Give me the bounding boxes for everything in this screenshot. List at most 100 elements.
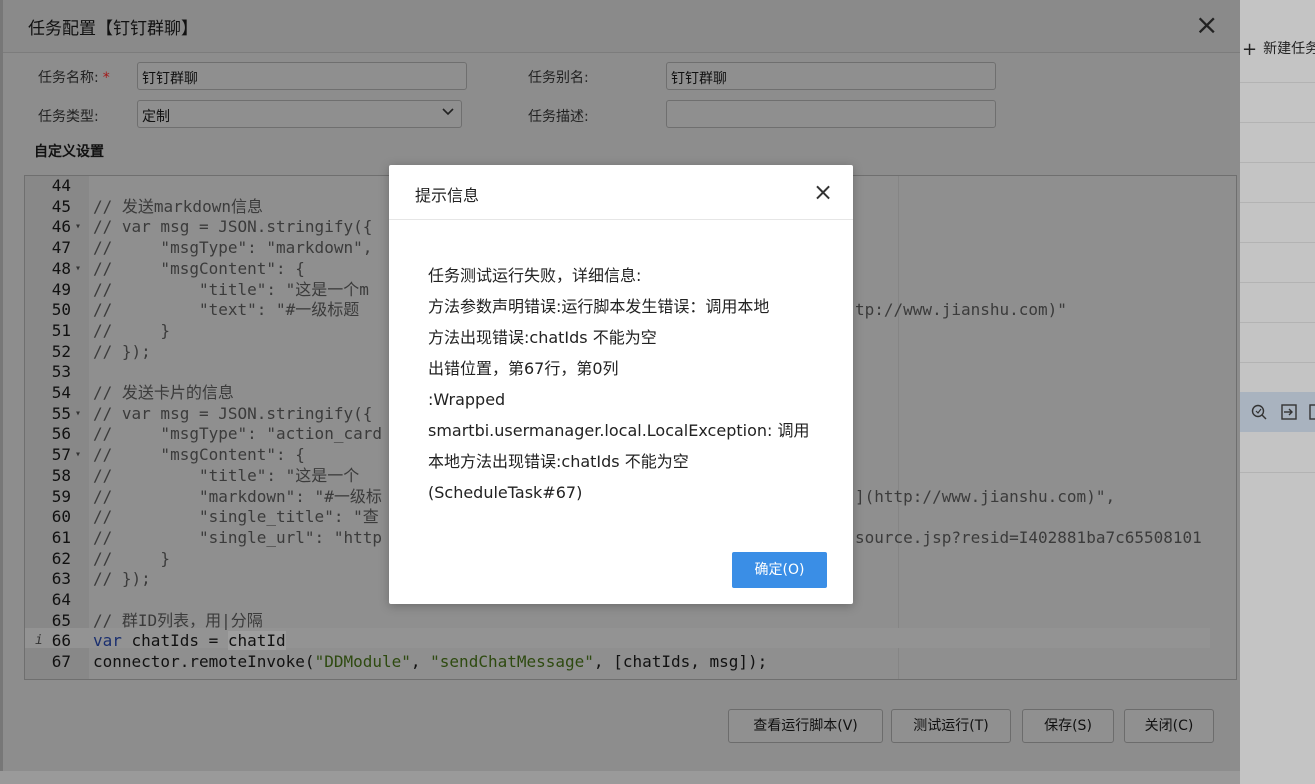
new-task-button[interactable]: + 新建任务 xyxy=(1242,38,1315,60)
task-desc-input[interactable] xyxy=(666,100,996,128)
code-text: // "single_title": "查 xyxy=(93,507,379,527)
line-number: 65 xyxy=(51,610,71,630)
code-string: "sendChatMessage" xyxy=(430,652,594,672)
task-alias-label: 任务别名: xyxy=(528,70,589,86)
code-token: , [chatIds, msg]); xyxy=(593,652,768,672)
code-text-overflow: ](http://www.jianshu.com)", xyxy=(855,486,1116,506)
code-keyword: var xyxy=(93,631,122,651)
code-token: , xyxy=(410,652,431,672)
line-number: 53 xyxy=(51,362,71,382)
line-number: 63 xyxy=(51,569,71,589)
background-page: + 新建任务 xyxy=(1240,0,1315,784)
code-line: 66 i var chatIds = chatId xyxy=(25,631,1236,651)
line-number: 67 xyxy=(51,652,71,672)
info-icon: i xyxy=(35,633,43,649)
code-text-overflow: tp://www.jianshu.com)" xyxy=(855,300,1067,320)
line-number: 62 xyxy=(51,548,71,568)
code-text: // } xyxy=(93,320,171,340)
message-line: 本地方法出现错误:chatIds 不能为空 xyxy=(428,452,689,471)
code-text: // } xyxy=(93,548,171,568)
task-type-label: 任务类型: xyxy=(38,109,99,125)
dialog-title: 任务配置【钉钉群聊】 xyxy=(28,19,198,39)
code-text: // "msgContent": { xyxy=(93,445,305,465)
search-history-icon[interactable] xyxy=(1250,403,1268,425)
chevron-down-icon xyxy=(441,104,455,122)
divider xyxy=(1240,472,1315,473)
code-text: // "title": "这是一个 xyxy=(93,465,360,485)
divider xyxy=(1240,322,1315,323)
message-modal: 提示信息 × 任务测试运行失败，详细信息: 方法参数声明错误:运行脚本发生错误：… xyxy=(389,165,853,604)
code-text: // }); xyxy=(93,341,151,361)
code-text: connector.remoteInvoke("DDModule", "send… xyxy=(93,652,767,672)
task-name-input[interactable]: 钉钉群聊 xyxy=(137,62,467,90)
task-alias-input[interactable]: 钉钉群聊 xyxy=(666,62,996,90)
line-number: 51 xyxy=(51,320,71,340)
dialog-close-icon[interactable]: × xyxy=(1195,10,1218,40)
fold-toggle-icon[interactable]: ▾ xyxy=(75,259,81,279)
export-icon[interactable] xyxy=(1308,403,1315,425)
divider xyxy=(1240,242,1315,243)
fold-toggle-icon[interactable]: ▾ xyxy=(75,404,81,424)
fold-toggle-icon[interactable]: ▾ xyxy=(75,217,81,237)
code-text: // "msgContent": { xyxy=(93,258,305,278)
highlighted-word: chatId xyxy=(227,631,286,651)
code-text: // var msg = JSON.stringify({ xyxy=(93,403,373,423)
line-number: 66 xyxy=(51,631,71,651)
code-string: "DDModule" xyxy=(314,652,411,672)
line-number: 46 xyxy=(51,217,71,237)
background-bottom xyxy=(0,771,1240,784)
line-number: 52 xyxy=(51,341,71,361)
custom-settings-title: 自定义设置 xyxy=(34,144,104,160)
code-text-overflow: source.jsp?resid=I402881ba7c65508101 xyxy=(855,527,1202,547)
task-name-label: 任务名称: * xyxy=(38,70,110,86)
import-icon[interactable] xyxy=(1280,403,1298,425)
code-token: chatIds = xyxy=(121,631,228,651)
divider xyxy=(1240,362,1315,363)
code-text: // "title": "这是一个m xyxy=(93,279,369,299)
divider xyxy=(1240,82,1315,83)
code-text: var chatIds = chatId xyxy=(93,631,286,651)
line-number: 55 xyxy=(51,403,71,423)
divider xyxy=(1240,122,1315,123)
line-number: 44 xyxy=(51,176,71,195)
code-text: // 发送卡片的信息 xyxy=(93,383,234,402)
test-run-button[interactable]: 测试运行(T) xyxy=(891,709,1011,743)
line-number: 49 xyxy=(51,279,71,299)
code-line: 65 // 群ID列表，用|分隔 xyxy=(25,610,1236,631)
code-text: // "msgType": "markdown", xyxy=(93,238,373,258)
line-number: 54 xyxy=(51,383,71,402)
code-token: connector.remoteInvoke( xyxy=(93,652,315,672)
fold-toggle-icon[interactable]: ▾ xyxy=(75,445,81,465)
modal-close-icon[interactable]: × xyxy=(813,179,833,205)
code-text: // 群ID列表，用|分隔 xyxy=(93,610,263,630)
new-task-label: 新建任务 xyxy=(1263,41,1315,57)
required-marker: * xyxy=(102,70,110,86)
message-line: 任务测试运行失败，详细信息: xyxy=(428,266,642,285)
ok-button[interactable]: 确定(O) xyxy=(732,552,827,588)
line-number: 48 xyxy=(51,258,71,278)
code-text: // }); xyxy=(93,569,151,589)
code-text: // "markdown": "#一级标 xyxy=(93,486,382,506)
line-number: 60 xyxy=(51,507,71,527)
task-desc-label: 任务描述: xyxy=(528,109,589,125)
line-number: 56 xyxy=(51,424,71,444)
view-script-button[interactable]: 查看运行脚本(V) xyxy=(728,709,883,743)
plus-icon: + xyxy=(1242,39,1258,60)
selected-row[interactable] xyxy=(1240,392,1315,432)
task-type-select[interactable]: 定制 xyxy=(137,100,462,128)
message-line: 出错位置，第67行，第0列 xyxy=(428,359,619,378)
close-button[interactable]: 关闭(C) xyxy=(1124,709,1214,743)
modal-message: 任务测试运行失败，详细信息: 方法参数声明错误:运行脚本发生错误：调用本地 方法… xyxy=(428,260,828,508)
code-text: // var msg = JSON.stringify({ xyxy=(93,217,373,237)
code-text: // 发送markdown信息 xyxy=(93,196,263,216)
divider xyxy=(1240,162,1315,163)
line-number: 58 xyxy=(51,465,71,485)
line-number: 45 xyxy=(51,196,71,216)
save-button[interactable]: 保存(S) xyxy=(1022,709,1114,743)
line-number: 57 xyxy=(51,445,71,465)
message-line: :Wrapped xyxy=(428,390,506,409)
message-line: (ScheduleTask#67) xyxy=(428,483,583,502)
message-line: smartbi.usermanager.local.LocalException… xyxy=(428,421,810,440)
code-line: 67 connector.remoteInvoke("DDModule", "se… xyxy=(25,652,1236,672)
code-text: // "msgType": "action_card xyxy=(93,424,382,444)
